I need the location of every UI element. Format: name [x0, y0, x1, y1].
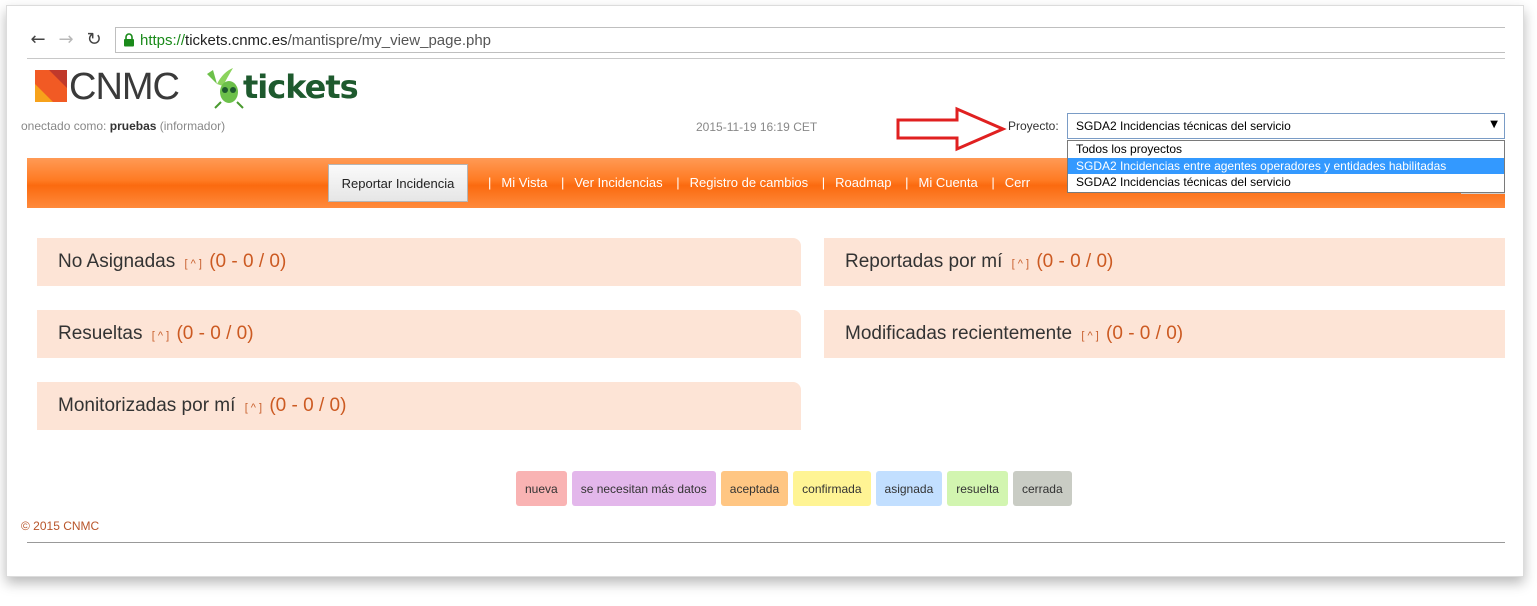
url-host: tickets.cnmc.es [185, 32, 288, 49]
menu-links: | Mi Vista | Ver Incidencias | Registro de … [478, 175, 1030, 190]
cnmc-mark-icon [35, 70, 67, 102]
panel-monitorizadas-por-mi: Monitorizadas por mí [ ^ ] (0 - 0 / 0) [37, 382, 801, 430]
menu-item-mi-vista[interactable]: Mi Vista [501, 175, 547, 190]
browser-divider [27, 58, 1505, 59]
footer-copyright: © 2015 CNMC [21, 519, 100, 533]
dropdown-caret-icon[interactable]: ▼ [1490, 119, 1498, 130]
panel-no-asignadas: No Asignadas [ ^ ] (0 - 0 / 0) [37, 238, 801, 286]
status-nueva: nueva [516, 471, 567, 506]
forward-arrow-icon[interactable]: → [55, 29, 77, 51]
menu-separator: | [676, 175, 680, 190]
panel-title[interactable]: Resueltas [58, 323, 143, 344]
status-asignada: asignada [875, 471, 943, 506]
menu-item-mi-cuenta[interactable]: Mi Cuenta [919, 175, 978, 190]
panel-title[interactable]: Monitorizadas por mí [58, 395, 235, 416]
cnmc-logo[interactable]: CNMC [35, 66, 185, 108]
current-datetime: 2015-11-19 16:19 CET [696, 120, 818, 134]
collapse-toggle[interactable]: [ ^ ] [152, 330, 169, 342]
collapse-toggle[interactable]: [ ^ ] [1012, 258, 1029, 270]
status-legend: nueva se necesitan más datos aceptada co… [516, 471, 1077, 506]
red-arrow-annotation-icon [896, 106, 1007, 152]
menu-separator: | [561, 175, 565, 190]
project-dropdown-list: Todos los proyectos SGDA2 Incidencias en… [1067, 140, 1505, 193]
username[interactable]: pruebas [110, 119, 157, 133]
panel-resueltas: Resueltas [ ^ ] (0 - 0 / 0) [37, 310, 801, 358]
menu-separator: | [905, 175, 909, 190]
status-resuelta: resuelta [947, 471, 1008, 506]
panel-modificadas-recientemente: Modificadas recientemente [ ^ ] (0 - 0 /… [824, 310, 1505, 358]
project-label: Proyecto: [1008, 119, 1059, 133]
panel-reportadas-por-mi: Reportadas por mí [ ^ ] (0 - 0 / 0) [824, 238, 1505, 286]
url-path: /mantispre/my_view_page.php [287, 32, 492, 49]
menu-item-roadmap[interactable]: Roadmap [835, 175, 891, 190]
screenshot-frame: ← → ↻ https://tickets.cnmc.es/mantispre/… [6, 5, 1524, 577]
status-aceptada: aceptada [720, 471, 789, 506]
login-info: onectado como: pruebas (informador) [21, 119, 225, 133]
status-confirmada: confirmada [793, 471, 871, 506]
url-text: https://tickets.cnmc.es/mantispre/my_vie… [140, 32, 491, 49]
address-bar[interactable]: https://tickets.cnmc.es/mantispre/my_vie… [115, 27, 1505, 53]
project-option-tecnicas[interactable]: SGDA2 Incidencias técnicas del servicio [1068, 174, 1504, 191]
project-option-all[interactable]: Todos los proyectos [1068, 141, 1504, 158]
footer-divider [27, 542, 1505, 543]
panel-title[interactable]: Reportadas por mí [845, 251, 1002, 272]
cnmc-logo-text: CNMC [69, 66, 180, 108]
browser-toolbar: ← → ↻ https://tickets.cnmc.es/mantispre/… [27, 26, 1505, 54]
reload-icon[interactable]: ↻ [83, 29, 105, 51]
project-selected-value: SGDA2 Incidencias técnicas del servicio [1076, 119, 1291, 133]
panel-title[interactable]: Modificadas recientemente [845, 323, 1072, 344]
panel-count: (0 - 0 / 0) [1036, 251, 1114, 272]
collapse-toggle[interactable]: [ ^ ] [1081, 330, 1098, 342]
panel-count: (0 - 0 / 0) [209, 251, 287, 272]
menu-item-registro-cambios[interactable]: Registro de cambios [690, 175, 809, 190]
back-arrow-icon[interactable]: ← [27, 29, 49, 51]
lock-icon [124, 33, 134, 47]
collapse-toggle[interactable]: [ ^ ] [245, 402, 262, 414]
login-prefix: onectado como: [21, 119, 107, 133]
url-scheme: https:// [140, 32, 186, 49]
project-option-agentes[interactable]: SGDA2 Incidencias entre agentes operador… [1068, 157, 1504, 174]
menu-item-ver-incidencias[interactable]: Ver Incidencias [574, 175, 662, 190]
panel-count: (0 - 0 / 0) [1106, 323, 1184, 344]
status-se-necesitan-mas-datos: se necesitan más datos [571, 471, 716, 506]
menu-separator: | [821, 175, 826, 190]
user-role: (informador) [159, 119, 226, 133]
menu-item-cerrar-sesion[interactable]: Cerr [1005, 175, 1030, 190]
panel-title[interactable]: No Asignadas [58, 251, 175, 272]
menu-separator: | [991, 175, 995, 190]
report-issue-button[interactable]: Reportar Incidencia [328, 164, 468, 202]
tickets-logo-text: tickets [243, 68, 359, 106]
panel-count: (0 - 0 / 0) [176, 323, 254, 344]
project-select[interactable]: SGDA2 Incidencias técnicas del servicio … [1067, 113, 1505, 139]
collapse-toggle[interactable]: [ ^ ] [185, 258, 202, 270]
status-cerrada: cerrada [1012, 471, 1072, 506]
tickets-logo[interactable]: tickets [203, 64, 363, 110]
panel-count: (0 - 0 / 0) [269, 395, 347, 416]
menu-separator: | [488, 175, 492, 190]
